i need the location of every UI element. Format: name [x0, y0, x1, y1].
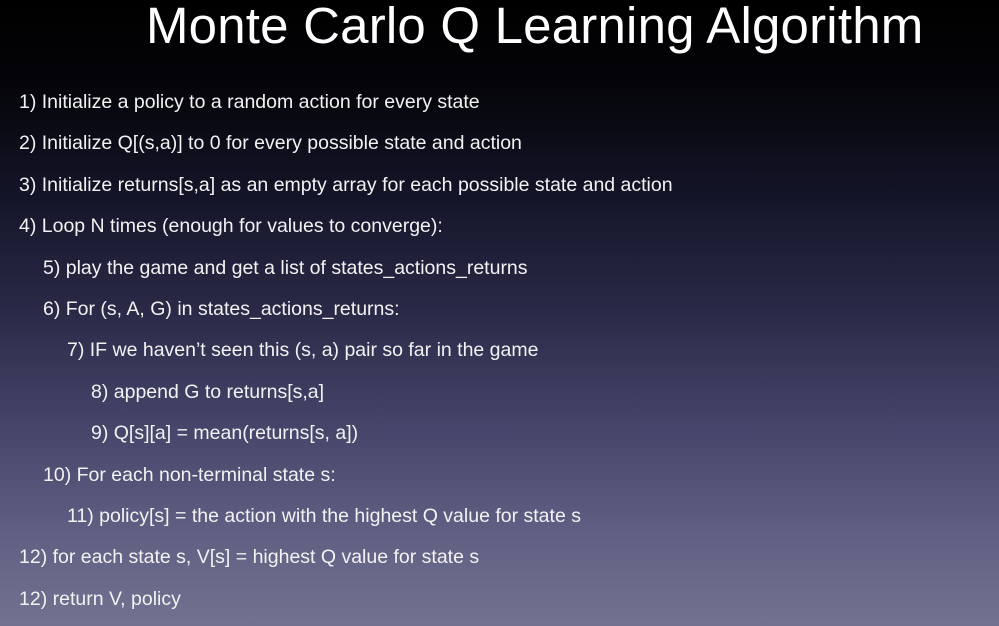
- slide-title: Monte Carlo Q Learning Algorithm: [146, 0, 924, 54]
- step-3: 3) Initialize returns[s,a] as an empty a…: [19, 173, 673, 196]
- step-13: 12) return V, policy: [19, 587, 181, 610]
- slide: Monte Carlo Q Learning Algorithm 1) Init…: [0, 0, 999, 626]
- step-2: 2) Initialize Q[(s,a)] to 0 for every po…: [19, 132, 522, 155]
- step-9: 9) Q[s][a] = mean(returns[s, a]): [91, 422, 359, 445]
- step-12: 12) for each state s, V[s] = highest Q v…: [19, 546, 480, 569]
- step-11: 11) policy[s] = the action with the high…: [67, 504, 581, 527]
- step-5: 5) play the game and get a list of state…: [43, 256, 528, 279]
- algorithm-steps: 1) Initialize a policy to a random actio…: [0, 82, 999, 620]
- step-6: 6) For (s, A, G) in states_actions_retur…: [43, 297, 400, 320]
- step-10: 10) For each non-terminal state s:: [43, 463, 336, 486]
- step-1: 1) Initialize a policy to a random actio…: [19, 91, 480, 113]
- step-7: 7) IF we haven’t seen this (s, a) pair s…: [67, 339, 539, 362]
- step-8: 8) append G to returns[s,a]: [91, 380, 325, 403]
- step-4: 4) Loop N times (enough for values to co…: [19, 215, 443, 238]
